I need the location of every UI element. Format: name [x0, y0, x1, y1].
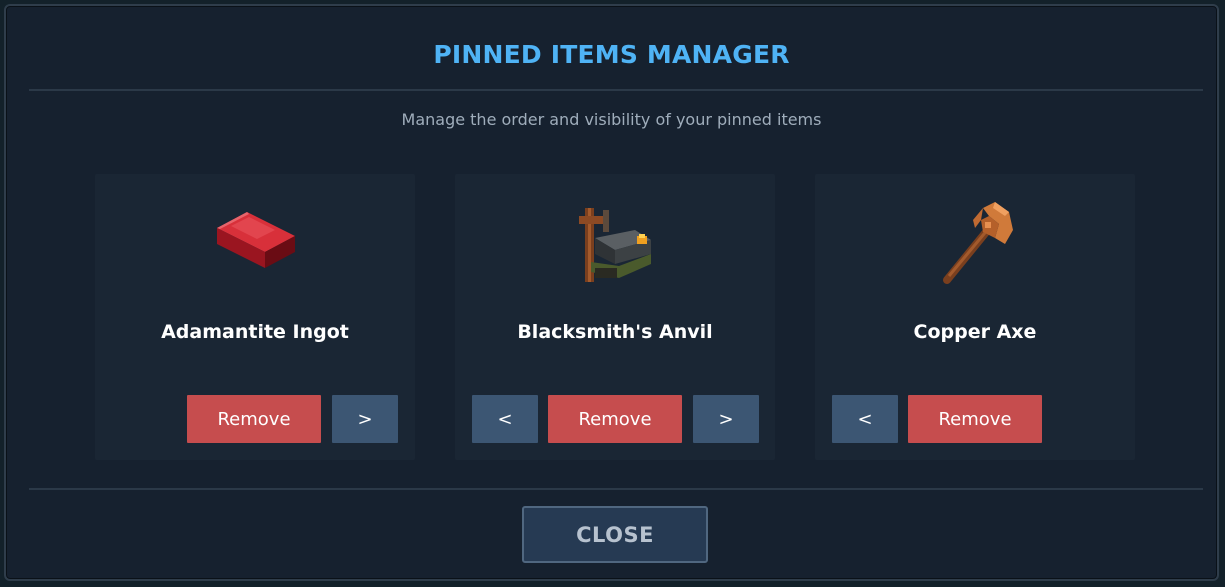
pinned-item-card: Blacksmith's Anvil < Remove > — [455, 174, 775, 460]
pinned-items-modal: PINNED ITEMS MANAGER Manage the order an… — [4, 4, 1219, 581]
remove-button[interactable]: Remove — [187, 395, 321, 443]
blacksmith-anvil-icon — [565, 198, 665, 288]
move-left-button[interactable]: < — [472, 395, 538, 443]
pinned-item-card: Adamantite Ingot Remove > — [95, 174, 415, 460]
modal-title: PINNED ITEMS MANAGER — [433, 40, 790, 69]
remove-button[interactable]: Remove — [908, 395, 1042, 443]
move-right-button[interactable]: > — [332, 395, 398, 443]
item-name: Adamantite Ingot — [161, 321, 349, 343]
item-name: Copper Axe — [913, 321, 1037, 343]
copper-axe-icon — [925, 198, 1025, 288]
title-divider — [29, 89, 1203, 91]
footer-divider — [29, 488, 1203, 490]
close-button[interactable]: CLOSE — [522, 506, 708, 563]
move-left-button[interactable]: < — [832, 395, 898, 443]
adamantite-ingot-icon — [205, 198, 305, 288]
remove-button[interactable]: Remove — [548, 395, 682, 443]
modal-subtitle: Manage the order and visibility of your … — [401, 110, 822, 129]
item-name: Blacksmith's Anvil — [517, 321, 713, 343]
move-right-button[interactable]: > — [693, 395, 759, 443]
pinned-item-card: Copper Axe < Remove — [815, 174, 1135, 460]
